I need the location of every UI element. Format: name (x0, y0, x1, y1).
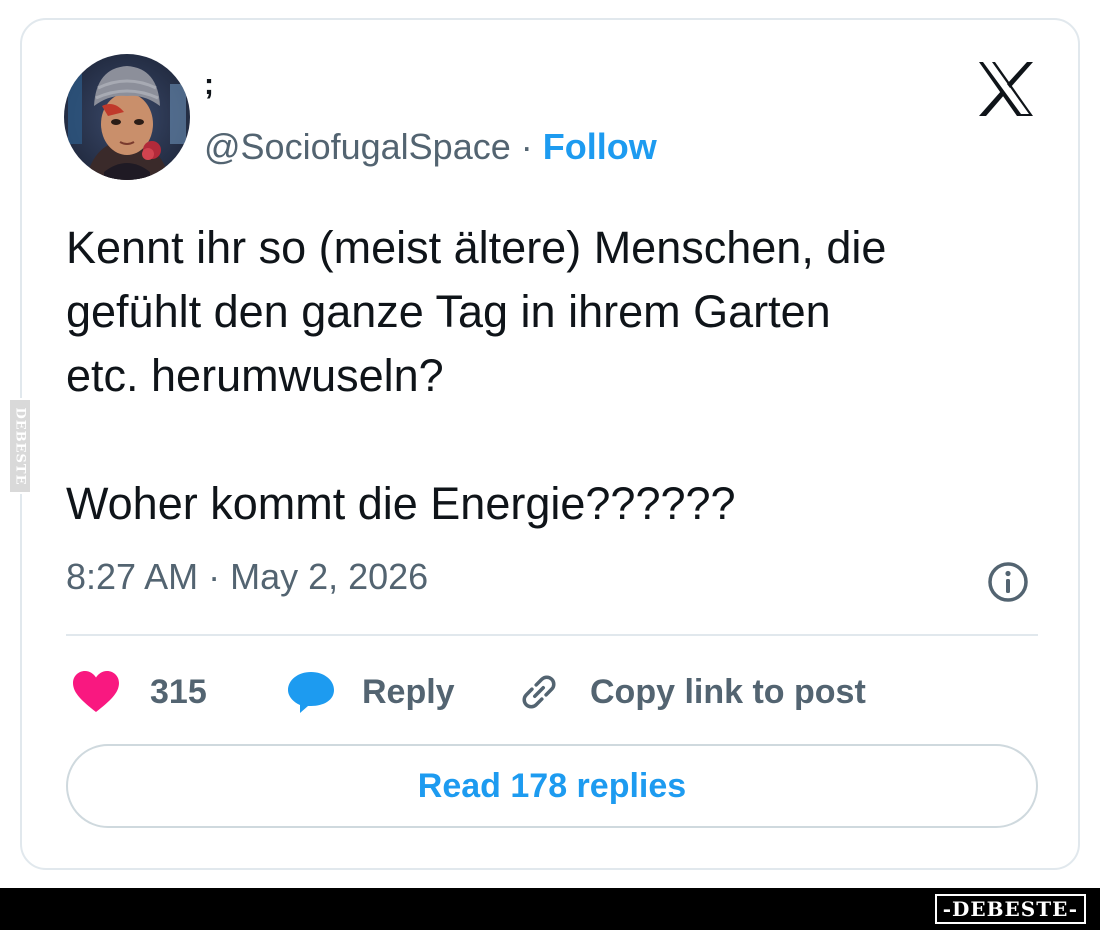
separator-dot: · (520, 126, 533, 167)
tweet-timestamp[interactable]: 8:27 AM · May 2, 2026 (66, 556, 428, 598)
like-count: 315 (150, 672, 207, 711)
side-watermark: DEBESTE (8, 398, 32, 494)
link-icon (516, 669, 562, 715)
x-logo-icon[interactable] (975, 58, 1037, 120)
watermark-logo: -DEBESTE- (934, 894, 1086, 924)
display-name[interactable]: ; (204, 68, 214, 102)
copy-link-button[interactable]: Copy link to post (516, 666, 866, 718)
divider (66, 634, 1038, 636)
read-replies-button[interactable]: Read 178 replies (66, 744, 1038, 828)
info-icon[interactable] (986, 560, 1030, 604)
user-handle[interactable]: @SociofugalSpace (204, 126, 511, 167)
like-button[interactable]: 315 (72, 666, 207, 718)
heart-icon (72, 671, 120, 713)
copy-link-label: Copy link to post (590, 672, 866, 711)
speech-bubble-icon (286, 670, 336, 714)
tweet-card: ; @SociofugalSpace · Follow Kennt ihr so… (20, 18, 1080, 870)
reply-label: Reply (362, 672, 455, 711)
side-watermark-text: DEBESTE (12, 406, 28, 486)
avatar[interactable] (64, 54, 190, 180)
read-replies-label: Read 178 replies (417, 766, 687, 805)
reply-button[interactable]: Reply (286, 666, 455, 718)
handle-row: @SociofugalSpace · Follow (204, 126, 657, 168)
bottom-watermark-bar: -DEBESTE- (0, 888, 1100, 930)
tweet-text: Kennt ihr so (meist ältere) Menschen, di… (66, 222, 887, 529)
watermark-text: -DEBESTE- (942, 897, 1078, 921)
follow-button[interactable]: Follow (543, 126, 657, 167)
